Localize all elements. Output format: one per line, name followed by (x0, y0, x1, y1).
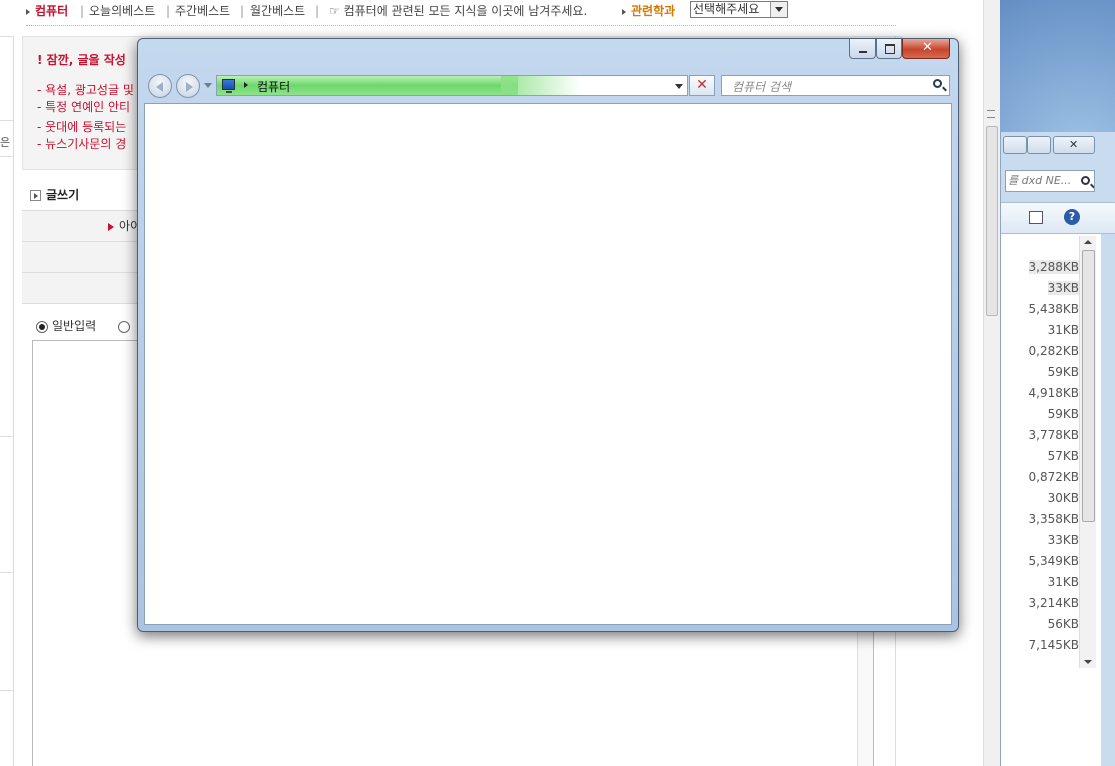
file-size-cell: 31KB (1047, 575, 1079, 589)
bg-toolbar: ? (1001, 202, 1115, 234)
file-size-cell: 3,288KB (1028, 260, 1079, 274)
close-icon: ✕ (1069, 138, 1079, 151)
scroll-up-icon[interactable] (1084, 240, 1092, 244)
minimize-button[interactable] (1003, 136, 1027, 154)
radio-normal-input[interactable] (36, 320, 48, 333)
file-size-cell: 59KB (1047, 407, 1079, 421)
minimize-button[interactable] (849, 39, 876, 59)
related-dept-label: 관련학과 (622, 0, 675, 22)
file-size-cell: 56KB (1047, 617, 1079, 631)
help-icon[interactable]: ? (1064, 209, 1080, 225)
breadcrumb-arrow-icon[interactable] (244, 82, 248, 88)
nav-separator: | (240, 4, 245, 18)
nav-item-monthly-best[interactable]: 월간베스트 (250, 0, 305, 22)
file-size-cell: 3,358KB (1028, 512, 1079, 526)
maximize-button[interactable] (876, 39, 902, 59)
stop-button[interactable]: ✕ (689, 75, 715, 96)
file-size-cell: 59KB (1047, 365, 1079, 379)
arrow-icon (26, 8, 30, 15)
nav-item-weekly-best[interactable]: 주간베스트 (175, 0, 230, 22)
bg-search-input[interactable]: 를 dxd NE... (1005, 170, 1095, 192)
back-button[interactable] (148, 74, 172, 98)
nav-separator: | (80, 4, 85, 18)
notice-line: - 뉴스기사문의 경 (37, 137, 127, 151)
notice-line: - 특정 연예인 안티 (37, 100, 131, 114)
close-button[interactable]: ✕ (1053, 136, 1095, 154)
file-size-cell: 57KB (1047, 449, 1079, 463)
file-size-cell: 4,918KB (1028, 386, 1079, 400)
explorer-window[interactable]: ✕ 컴퓨터 ✕ 컴퓨터 검색 (137, 38, 959, 632)
file-size-cell: 33KB (1047, 281, 1079, 295)
radio-normal-label[interactable]: 일반입력 (52, 319, 96, 333)
maximize-button[interactable] (1027, 136, 1051, 154)
input-mode-radios: 일반입력 (36, 317, 134, 334)
breadcrumb-computer[interactable]: 컴퓨터 (257, 78, 290, 95)
file-size-cell: 0,282KB (1028, 344, 1079, 358)
notice-line: - 웃대에 등록되는 (37, 120, 127, 134)
search-icon[interactable] (933, 79, 942, 88)
file-size-cell: 3,214KB (1028, 596, 1079, 610)
close-icon: ✕ (922, 40, 933, 55)
nav-item-computer[interactable]: 컴퓨터 (26, 0, 68, 22)
scroll-down-icon[interactable] (1084, 660, 1092, 664)
arrow-icon (622, 8, 626, 15)
expand-icon (30, 190, 41, 201)
recent-pages-chevron-icon[interactable] (204, 83, 212, 88)
computer-icon (222, 79, 235, 93)
notice-title: ! 잠깐, 글을 작성 (37, 53, 126, 67)
arrow-icon (108, 222, 114, 231)
divider (26, 25, 896, 26)
file-list-scrollbar[interactable] (1079, 236, 1096, 668)
nav-separator: | (315, 4, 320, 18)
background-explorer-window[interactable]: ✕ 를 dxd NE... ? 3,288KB 33KB 5,438KB 31KB 0,… (1000, 132, 1115, 766)
write-header: 글쓰기 (30, 186, 79, 203)
explorer-content-pane[interactable] (144, 103, 952, 625)
nav-separator: | (166, 4, 171, 18)
board-tagline: ☞ 컴퓨터에 관련된 모든 지식을 이곳에 남겨주세요. (329, 4, 588, 18)
preview-pane-icon[interactable] (1029, 211, 1043, 224)
browser-scrollbar[interactable] (983, 0, 1000, 766)
file-size-cell: 5,349KB (1028, 554, 1079, 568)
search-input[interactable]: 컴퓨터 검색 (721, 75, 950, 96)
search-icon[interactable] (1081, 176, 1090, 185)
close-button[interactable]: ✕ (902, 39, 950, 59)
file-size-cell: 0,872KB (1028, 470, 1079, 484)
left-sidebar-strip: 은 (0, 36, 14, 766)
file-size-cell: 5,438KB (1028, 302, 1079, 316)
notice-line: - 욕설, 광고성글 및 (37, 83, 134, 97)
file-size-cell: 3,778KB (1028, 428, 1079, 442)
nav-item-today-best[interactable]: 오늘의베스트 (89, 0, 155, 22)
select-value: 선택해주세요 (693, 2, 760, 16)
related-dept-select[interactable]: 선택해주세요 (690, 1, 788, 18)
forward-button[interactable] (176, 74, 200, 98)
radio-other-input[interactable] (118, 320, 130, 333)
chevron-down-icon[interactable] (675, 84, 683, 89)
file-size-cell: 30KB (1047, 491, 1079, 505)
file-size-cell: 33KB (1047, 533, 1079, 547)
sidebar-text: 은 (0, 136, 11, 149)
file-size-cell: 31KB (1047, 323, 1079, 337)
address-bar[interactable]: 컴퓨터 (216, 75, 688, 96)
scrollbar-thumb[interactable] (1082, 250, 1095, 522)
file-size-cell: 7,145KB (1028, 638, 1079, 652)
scrollbar-thumb[interactable] (986, 126, 998, 316)
category-nav: 컴퓨터 | 오늘의베스트 | 주간베스트 | 월간베스트 | ☞ 컴퓨터에 관련… (0, 0, 985, 24)
chevron-down-icon[interactable] (770, 2, 787, 17)
search-placeholder: 컴퓨터 검색 (732, 80, 792, 94)
